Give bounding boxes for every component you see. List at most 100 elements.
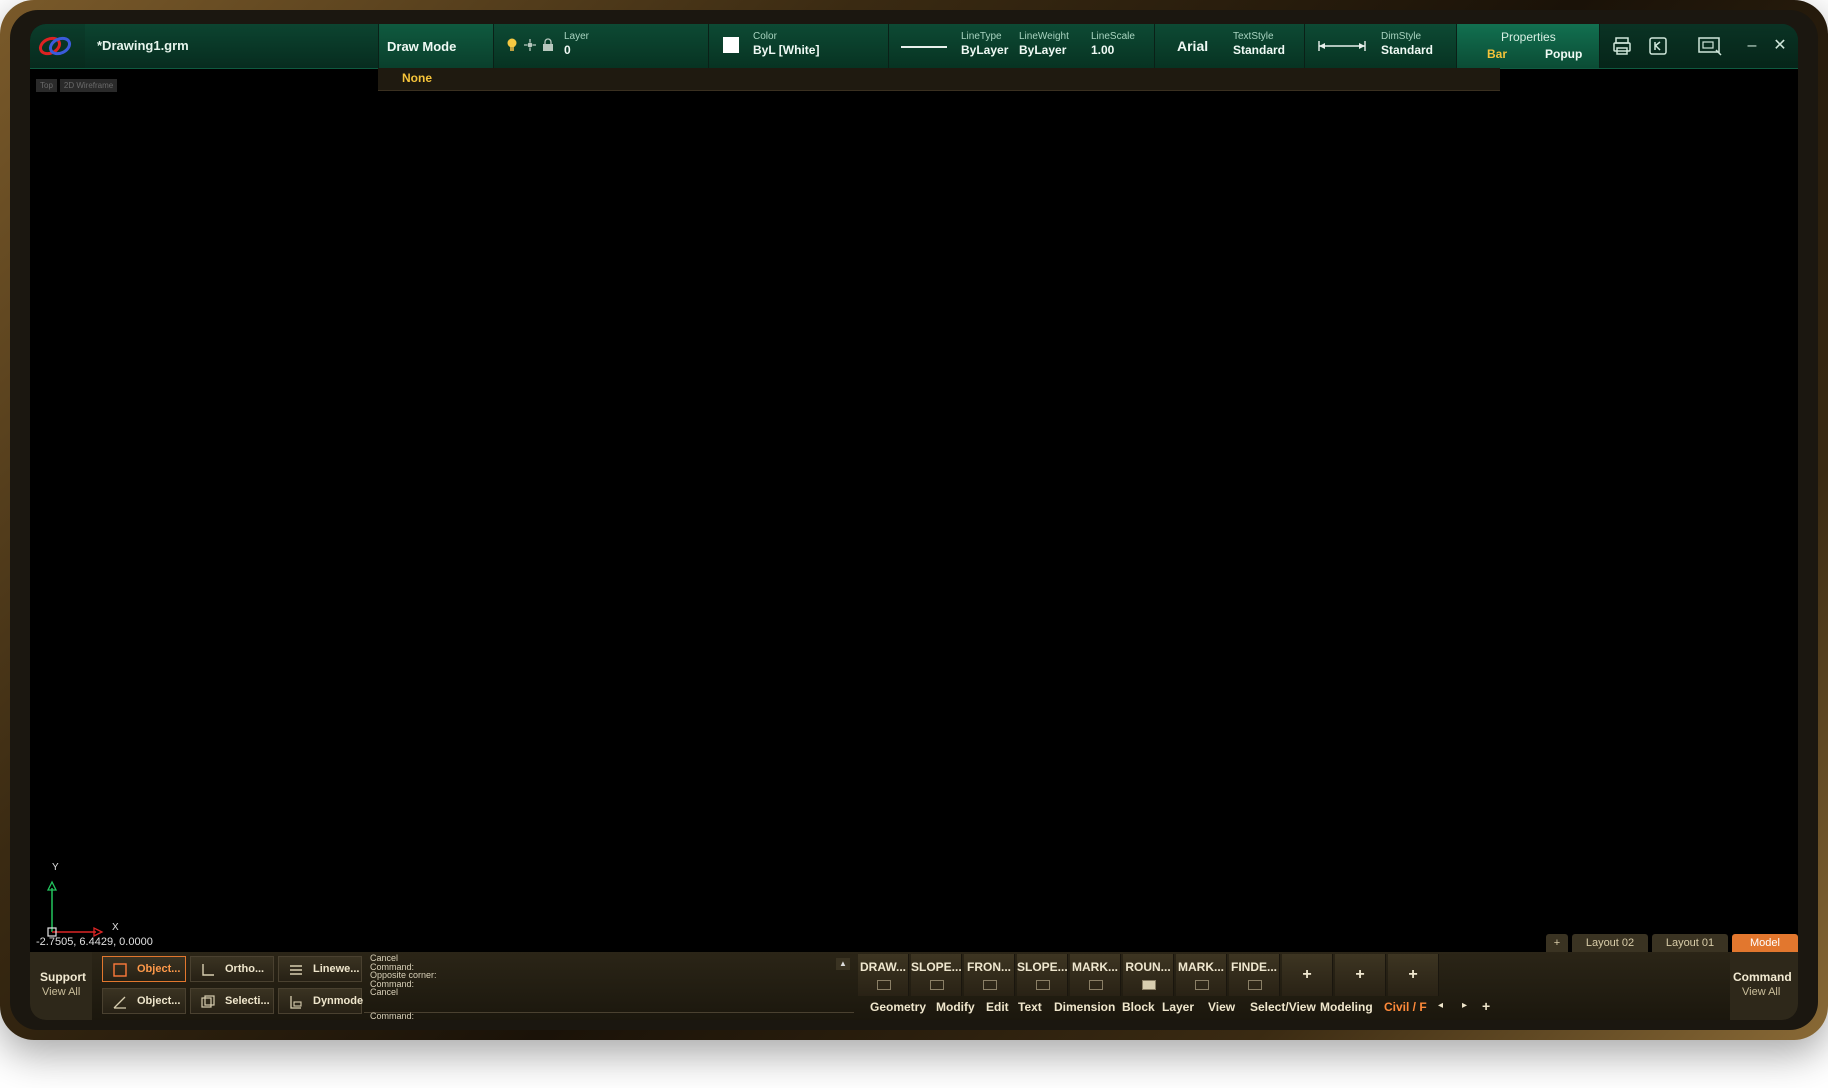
linescale-label: LineScale [1091, 31, 1135, 42]
lineweight-toggle[interactable]: Linewe... [278, 956, 362, 982]
linetype-preview [901, 46, 947, 48]
properties-bar-button[interactable]: Bar [1487, 47, 1507, 61]
lightbulb-icon[interactable] [506, 38, 518, 52]
tabs-next-icon[interactable]: ▸ [1462, 1000, 1467, 1011]
tool-icon [877, 980, 891, 990]
textstyle-label: TextStyle [1233, 31, 1274, 42]
command-prompt: Command: [370, 1011, 415, 1021]
tool-icon [1089, 980, 1103, 990]
tab-layout-01[interactable]: Layout 01 [1652, 934, 1728, 952]
dimension-icon [1318, 41, 1366, 51]
support-view-all: View All [42, 986, 81, 998]
ribbon-add-tool-button[interactable]: + [1282, 954, 1333, 996]
app-logo-icon[interactable] [38, 32, 72, 60]
print-icon[interactable] [1610, 34, 1634, 58]
object-snap-toggle[interactable]: Object... [102, 956, 186, 982]
command-line: Command: [370, 978, 415, 989]
cad-app-window: *Drawing1.grm ▾ Draw Mode Layer 0 Color … [30, 24, 1798, 1020]
dimstyle-label: DimStyle [1381, 31, 1422, 42]
tab-geometry[interactable]: Geometry [870, 1000, 926, 1014]
expand-history-icon[interactable]: ▲ [836, 958, 850, 970]
keyboard-shortcut-icon[interactable] [1646, 34, 1670, 58]
file-selector[interactable]: *Drawing1.grm ▾ [85, 24, 403, 68]
ribbon-tool-round[interactable]: ROUN... [1123, 954, 1174, 996]
tab-modify[interactable]: Modify [936, 1000, 975, 1014]
tab-view[interactable]: View [1208, 1000, 1235, 1014]
ribbon-add-tool-button[interactable]: + [1388, 954, 1439, 996]
command-line: Cancel [370, 987, 399, 997]
ribbon-tool-front[interactable]: FRON... [964, 954, 1015, 996]
command-label: Command [1733, 970, 1792, 984]
ribbon-tool-mark-2[interactable]: MARK... [1176, 954, 1227, 996]
command-line: Command: [370, 961, 415, 972]
tab-civil[interactable]: Civil / F [1384, 1000, 1432, 1014]
draw-mode-label: Draw Mode [387, 39, 457, 54]
tab-edit[interactable]: Edit [986, 1000, 1009, 1014]
tab-select-view[interactable]: Select/View [1250, 1000, 1316, 1014]
lineweight-value: ByLayer [1019, 43, 1067, 57]
ribbon-tool-slope-2[interactable]: SLOPE... [1017, 954, 1068, 996]
text-style-control[interactable]: Arial TextStyle Standard [1154, 24, 1305, 68]
dynamic-input-icon [290, 996, 302, 1009]
close-icon[interactable]: ✕ [1768, 34, 1792, 58]
linetype-value: ByLayer [961, 43, 1009, 57]
tab-layout-02[interactable]: Layout 02 [1572, 934, 1648, 952]
tab-text[interactable]: Text [1018, 1000, 1042, 1014]
support-label: Support [40, 970, 86, 984]
tabs-prev-icon[interactable]: ◂ [1438, 1000, 1443, 1011]
snap-value: None [402, 71, 432, 85]
layer-value: 0 [564, 43, 571, 57]
y-axis-label: Y [52, 862, 59, 873]
tab-dimension[interactable]: Dimension [1054, 1000, 1115, 1014]
ucs-axes-icon [46, 880, 104, 938]
lineweight-label: LineWeight [1019, 31, 1069, 42]
sun-freeze-icon[interactable] [524, 38, 536, 52]
drawing-canvas[interactable] [30, 90, 1798, 952]
command-line: Opposite corner: [370, 970, 437, 980]
color-control[interactable]: Color ByL [White] [708, 24, 889, 68]
tab-layer[interactable]: Layer [1162, 1000, 1194, 1014]
add-tab-button[interactable]: + [1482, 998, 1490, 1014]
command-history[interactable]: Cancel Command: Opposite corner: Command… [364, 952, 854, 1013]
command-button[interactable]: Command View All [1730, 952, 1798, 1020]
textstyle-value: Standard [1233, 43, 1286, 57]
dynmode-toggle[interactable]: Dynmode [278, 988, 363, 1014]
ribbon-tool-draw[interactable]: DRAW... [858, 954, 909, 996]
ribbon-tool-mark-1[interactable]: MARK... [1070, 954, 1121, 996]
ortho-icon [202, 964, 214, 976]
layer-control[interactable]: Layer 0 [493, 24, 709, 68]
tab-block[interactable]: Block [1122, 1000, 1155, 1014]
object-tracking-toggle[interactable]: Object... [102, 988, 186, 1014]
tool-icon [930, 980, 944, 990]
selection-cycling-toggle[interactable]: Selecti... [190, 988, 274, 1014]
command-input[interactable]: Command: [364, 1011, 854, 1021]
dimstyle-value: Standard [1381, 43, 1434, 57]
tool-icon [1036, 980, 1050, 990]
linetype-label: LineType [961, 31, 1002, 42]
tab-model[interactable]: Model [1732, 934, 1798, 952]
draw-mode-button[interactable]: Draw Mode [378, 24, 494, 68]
x-axis-label: X [112, 922, 119, 933]
ribbon-tool-finder[interactable]: FINDE... [1229, 954, 1280, 996]
support-button[interactable]: Support View All [30, 952, 92, 1020]
screen-capture-icon[interactable] [1696, 34, 1724, 58]
lock-icon[interactable] [542, 38, 554, 52]
ribbon-tool-slope-1[interactable]: SLOPE... [911, 954, 962, 996]
color-label: Color [753, 31, 777, 42]
ortho-toggle[interactable]: Ortho... [190, 956, 274, 982]
linetype-control[interactable]: LineType ByLayer LineWeight ByLayer Line… [888, 24, 1155, 68]
dim-style-control[interactable]: DimStyle Standard [1304, 24, 1457, 68]
tool-icon [1248, 980, 1262, 990]
snap-dropdown[interactable]: None [378, 68, 1500, 91]
ribbon-add-tool-button[interactable]: + [1335, 954, 1386, 996]
cursor-coordinates: -2.7505, 6.4429, 0.0000 [36, 936, 153, 948]
properties-popup-button[interactable]: Popup [1545, 47, 1582, 61]
top-toolbar: *Drawing1.grm ▾ Draw Mode Layer 0 Color … [30, 24, 1798, 69]
tool-icon [983, 980, 997, 990]
file-name: *Drawing1.grm [97, 38, 189, 53]
tool-icon [1142, 980, 1156, 990]
minimize-icon[interactable]: – [1740, 34, 1764, 58]
properties-control: Properties Bar Popup [1456, 24, 1600, 68]
tab-modeling[interactable]: Modeling [1320, 1000, 1373, 1014]
add-layout-button[interactable]: + [1546, 934, 1568, 952]
